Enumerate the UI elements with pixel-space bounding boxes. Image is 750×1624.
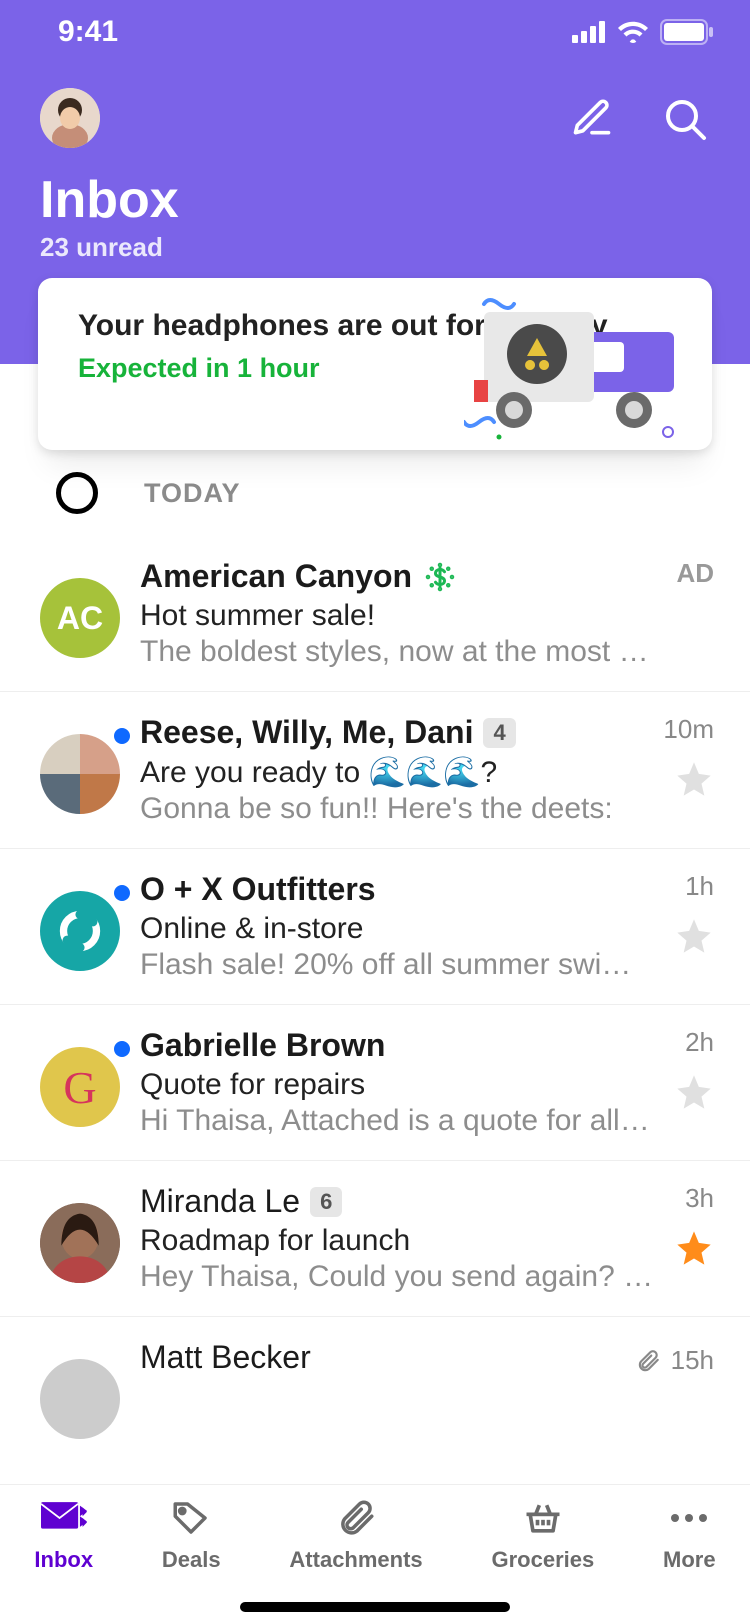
nav-label: Inbox bbox=[34, 1547, 93, 1573]
sender-name: Matt Becker bbox=[140, 1339, 311, 1376]
sparkle-dollar-icon bbox=[422, 559, 458, 595]
sender-avatar: AC bbox=[40, 578, 120, 658]
nav-inbox[interactable]: Inbox bbox=[34, 1495, 93, 1624]
delivery-card[interactable]: Your headphones are out for delivery Exp… bbox=[38, 278, 712, 450]
email-subject: Quote for repairs bbox=[140, 1068, 654, 1102]
star-icon[interactable] bbox=[674, 1072, 714, 1112]
basket-icon bbox=[520, 1495, 566, 1541]
page-title: Inbox bbox=[40, 170, 750, 230]
profile-avatar[interactable] bbox=[40, 88, 100, 148]
star-icon[interactable] bbox=[674, 759, 714, 799]
email-subject: Are you ready to 🌊🌊🌊? bbox=[140, 755, 643, 790]
sender-name: Miranda Le bbox=[140, 1183, 300, 1220]
unread-dot-icon bbox=[114, 885, 130, 901]
nav-deals[interactable]: Deals bbox=[162, 1495, 221, 1624]
group-avatar bbox=[40, 734, 120, 814]
status-bar: 9:41 bbox=[0, 0, 750, 64]
email-subject: Roadmap for launch bbox=[140, 1224, 654, 1258]
wifi-icon bbox=[616, 20, 650, 44]
email-snippet: The boldest styles, now at the most adve… bbox=[140, 635, 656, 669]
email-time: 1h bbox=[685, 871, 714, 902]
email-time: 15h bbox=[671, 1345, 714, 1376]
email-row-ad[interactable]: AC American Canyon Hot summer sale! The … bbox=[0, 536, 750, 692]
sender-name: O + X Outfitters bbox=[140, 871, 376, 908]
section-header: TODAY bbox=[0, 450, 750, 536]
sender-name: Gabrielle Brown bbox=[140, 1027, 385, 1064]
search-icon[interactable] bbox=[662, 96, 710, 149]
nav-more[interactable]: More bbox=[663, 1495, 716, 1624]
nav-label: Attachments bbox=[289, 1547, 422, 1573]
email-row[interactable]: Matt Becker 15h bbox=[0, 1317, 750, 1461]
email-subject: Online & in-store bbox=[140, 912, 654, 946]
attachment-icon bbox=[635, 1348, 661, 1374]
unread-count: 23 unread bbox=[40, 232, 750, 263]
status-time: 9:41 bbox=[58, 15, 118, 49]
nav-label: More bbox=[663, 1547, 716, 1573]
unread-dot-icon bbox=[114, 728, 130, 744]
email-time: 3h bbox=[685, 1183, 714, 1214]
status-icons bbox=[572, 19, 714, 45]
email-snippet: Hey Thaisa, Could you send again? I … bbox=[140, 1260, 654, 1294]
email-snippet: Gonna be so fun!! Here's the deets: bbox=[140, 792, 643, 826]
delivery-truck-icon bbox=[464, 292, 684, 442]
thread-count: 6 bbox=[310, 1187, 342, 1217]
sender-avatar bbox=[40, 1359, 120, 1439]
sender-avatar bbox=[40, 1203, 120, 1283]
compose-icon[interactable] bbox=[570, 96, 614, 149]
thread-count: 4 bbox=[483, 718, 515, 748]
email-row[interactable]: G Gabrielle Brown Quote for repairs Hi T… bbox=[0, 1005, 750, 1161]
star-icon[interactable] bbox=[674, 1228, 714, 1268]
email-time: 2h bbox=[685, 1027, 714, 1058]
tag-icon bbox=[168, 1495, 214, 1541]
email-row[interactable]: Miranda Le 6 Roadmap for launch Hey Thai… bbox=[0, 1161, 750, 1317]
sender-avatar bbox=[40, 891, 120, 971]
ad-label: AD bbox=[676, 558, 714, 589]
email-time: 10m bbox=[663, 714, 714, 745]
battery-icon bbox=[660, 19, 714, 45]
email-row[interactable]: O + X Outfitters Online & in-store Flash… bbox=[0, 849, 750, 1005]
signal-icon bbox=[572, 21, 606, 43]
nav-label: Groceries bbox=[491, 1547, 594, 1573]
email-list: TODAY AC American Canyon Hot summer sale… bbox=[0, 450, 750, 1504]
star-icon[interactable] bbox=[674, 916, 714, 956]
nav-label: Deals bbox=[162, 1547, 221, 1573]
selection-circle-icon[interactable] bbox=[56, 472, 98, 514]
unread-dot-icon bbox=[114, 1041, 130, 1057]
section-label: TODAY bbox=[144, 478, 241, 509]
email-subject: Hot summer sale! bbox=[140, 599, 656, 633]
home-indicator[interactable] bbox=[240, 1602, 510, 1612]
more-icon bbox=[666, 1495, 712, 1541]
sender-name: Reese, Willy, Me, Dani bbox=[140, 714, 473, 751]
mail-icon bbox=[41, 1495, 87, 1541]
email-row[interactable]: Reese, Willy, Me, Dani 4 Are you ready t… bbox=[0, 692, 750, 849]
sender-name: American Canyon bbox=[140, 558, 412, 595]
paperclip-icon bbox=[333, 1495, 379, 1541]
email-snippet: Flash sale! 20% off all summer swim… bbox=[140, 948, 654, 982]
sender-avatar: G bbox=[40, 1047, 120, 1127]
email-snippet: Hi Thaisa, Attached is a quote for all … bbox=[140, 1104, 654, 1138]
